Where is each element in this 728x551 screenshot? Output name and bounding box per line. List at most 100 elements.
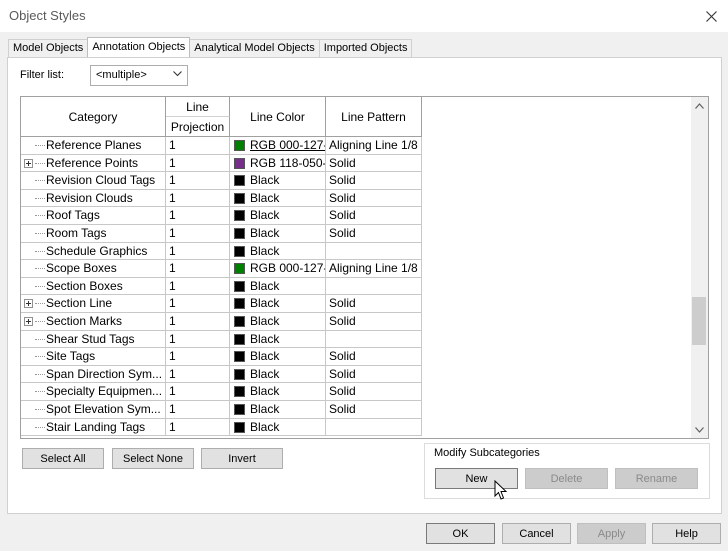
table-row[interactable]: Scope Boxes 1 RGB 000-127-0 Aligning Line 1… <box>21 260 422 278</box>
category-cell[interactable]: Shear Stud Tags <box>21 330 166 349</box>
projection-weight-cell[interactable]: 1 <box>166 330 230 349</box>
header-line[interactable]: Line <box>166 97 230 117</box>
table-row[interactable]: Stair Landing Tags 1 Black <box>21 418 422 437</box>
select-none-button[interactable]: Select None <box>112 448 194 469</box>
line-color-cell[interactable]: Black <box>230 277 326 296</box>
invert-button[interactable]: Invert <box>201 448 283 469</box>
table-row[interactable]: Section Line 1 Black Solid <box>21 295 422 313</box>
header-projection[interactable]: Projection <box>166 117 230 137</box>
line-pattern-cell[interactable]: Solid <box>326 295 422 313</box>
table-row[interactable]: Shear Stud Tags 1 Black <box>21 330 422 349</box>
projection-weight-cell[interactable]: 1 <box>166 313 230 331</box>
header-line-color[interactable]: Line Color <box>230 97 326 137</box>
line-color-cell[interactable]: Black <box>230 295 326 313</box>
line-pattern-cell[interactable]: Solid <box>326 154 422 173</box>
category-cell[interactable]: Room Tags <box>21 225 166 243</box>
category-cell[interactable]: Stair Landing Tags <box>21 418 166 437</box>
table-row[interactable]: Section Marks 1 Black Solid <box>21 313 422 331</box>
line-pattern-cell[interactable]: Solid <box>326 172 422 190</box>
projection-weight-cell[interactable]: 1 <box>166 418 230 437</box>
cancel-button[interactable]: Cancel <box>502 523 571 544</box>
projection-weight-cell[interactable]: 1 <box>166 207 230 225</box>
category-cell[interactable]: Section Boxes <box>21 277 166 296</box>
line-pattern-cell[interactable]: Solid <box>326 313 422 331</box>
table-row[interactable]: Span Direction Sym... 1 Black Solid <box>21 365 422 384</box>
category-cell[interactable]: Section Line <box>21 295 166 313</box>
line-color-cell[interactable]: RGB 000-127-0 <box>230 260 326 278</box>
expand-plus-icon[interactable] <box>24 317 33 326</box>
category-cell[interactable]: Roof Tags <box>21 207 166 225</box>
projection-weight-cell[interactable]: 1 <box>166 137 230 155</box>
line-pattern-cell[interactable]: Solid <box>326 348 422 366</box>
scroll-up-button[interactable] <box>691 97 708 114</box>
line-color-cell[interactable]: Black <box>230 330 326 349</box>
projection-weight-cell[interactable]: 1 <box>166 383 230 401</box>
category-cell[interactable]: Scope Boxes <box>21 260 166 278</box>
projection-weight-cell[interactable]: 1 <box>166 365 230 384</box>
line-pattern-cell[interactable]: Aligning Line 1/8 <box>326 137 422 155</box>
category-cell[interactable]: Specialty Equipmen... <box>21 383 166 401</box>
filter-dropdown[interactable]: <multiple> <box>90 65 188 86</box>
line-color-cell[interactable]: Black <box>230 313 326 331</box>
vertical-scrollbar[interactable] <box>691 97 708 438</box>
line-color-cell[interactable]: Black <box>230 401 326 419</box>
projection-weight-cell[interactable]: 1 <box>166 348 230 366</box>
category-cell[interactable]: Schedule Graphics <box>21 242 166 261</box>
table-row[interactable]: Spot Elevation Sym... 1 Black Solid <box>21 401 422 419</box>
line-color-cell[interactable]: Black <box>230 172 326 190</box>
apply-button[interactable]: Apply <box>577 523 646 544</box>
header-category[interactable]: Category <box>21 97 166 137</box>
projection-weight-cell[interactable]: 1 <box>166 277 230 296</box>
table-row[interactable]: Section Boxes 1 Black <box>21 277 422 296</box>
select-all-button[interactable]: Select All <box>22 448 104 469</box>
table-row[interactable]: Specialty Equipmen... 1 Black Solid <box>21 383 422 401</box>
table-row[interactable]: Site Tags 1 Black Solid <box>21 348 422 366</box>
line-color-cell[interactable]: Black <box>230 383 326 401</box>
delete-subcategory-button[interactable]: Delete <box>525 468 608 489</box>
table-row[interactable]: Revision Cloud Tags 1 Black Solid <box>21 172 422 190</box>
projection-weight-cell[interactable]: 1 <box>166 189 230 208</box>
scroll-thumb[interactable] <box>692 297 706 345</box>
category-cell[interactable]: Span Direction Sym... <box>21 365 166 384</box>
category-cell[interactable]: Spot Elevation Sym... <box>21 401 166 419</box>
table-row[interactable]: Schedule Graphics 1 Black <box>21 242 422 261</box>
line-color-cell[interactable]: Black <box>230 225 326 243</box>
projection-weight-cell[interactable]: 1 <box>166 401 230 419</box>
line-pattern-cell[interactable] <box>326 418 422 437</box>
expand-plus-icon[interactable] <box>24 299 33 309</box>
table-row[interactable]: Room Tags 1 Black Solid <box>21 225 422 243</box>
line-pattern-cell[interactable]: Solid <box>326 365 422 384</box>
line-pattern-cell[interactable] <box>326 242 422 261</box>
line-pattern-cell[interactable]: Solid <box>326 189 422 208</box>
projection-weight-cell[interactable]: 1 <box>166 260 230 278</box>
tab-analytical-model-objects[interactable]: Analytical Model Objects <box>189 39 320 57</box>
close-button[interactable] <box>694 0 728 32</box>
projection-weight-cell[interactable]: 1 <box>166 172 230 190</box>
line-color-cell[interactable]: Black <box>230 207 326 225</box>
line-color-cell[interactable]: RGB 000-127- <box>230 137 326 155</box>
tab-model-objects[interactable]: Model Objects <box>8 39 89 57</box>
scroll-down-button[interactable] <box>691 421 708 438</box>
table-row[interactable]: Reference Points 1 RGB 118-050-1 Solid <box>21 154 422 173</box>
table-row[interactable]: Roof Tags 1 Black Solid <box>21 207 422 225</box>
line-color-cell[interactable]: RGB 118-050-1 <box>230 154 326 173</box>
line-pattern-cell[interactable]: Solid <box>326 401 422 419</box>
line-color-cell[interactable]: Black <box>230 242 326 261</box>
category-cell[interactable]: Section Marks <box>21 313 166 331</box>
line-pattern-cell[interactable]: Solid <box>326 225 422 243</box>
help-button[interactable]: Help <box>652 523 721 544</box>
projection-weight-cell[interactable]: 1 <box>166 154 230 173</box>
rename-subcategory-button[interactable]: Rename <box>615 468 698 489</box>
line-pattern-cell[interactable] <box>326 277 422 296</box>
line-pattern-cell[interactable] <box>326 330 422 349</box>
category-cell[interactable]: Reference Planes <box>21 137 166 155</box>
table-row[interactable]: Revision Clouds 1 Black Solid <box>21 189 422 208</box>
line-color-cell[interactable]: Black <box>230 418 326 437</box>
category-cell[interactable]: Reference Points <box>21 154 166 173</box>
projection-weight-cell[interactable]: 1 <box>166 242 230 261</box>
line-color-cell[interactable]: Black <box>230 348 326 366</box>
expand-plus-icon[interactable] <box>24 158 33 168</box>
header-line-pattern[interactable]: Line Pattern <box>326 97 422 137</box>
category-cell[interactable]: Site Tags <box>21 348 166 366</box>
projection-weight-cell[interactable]: 1 <box>166 295 230 313</box>
